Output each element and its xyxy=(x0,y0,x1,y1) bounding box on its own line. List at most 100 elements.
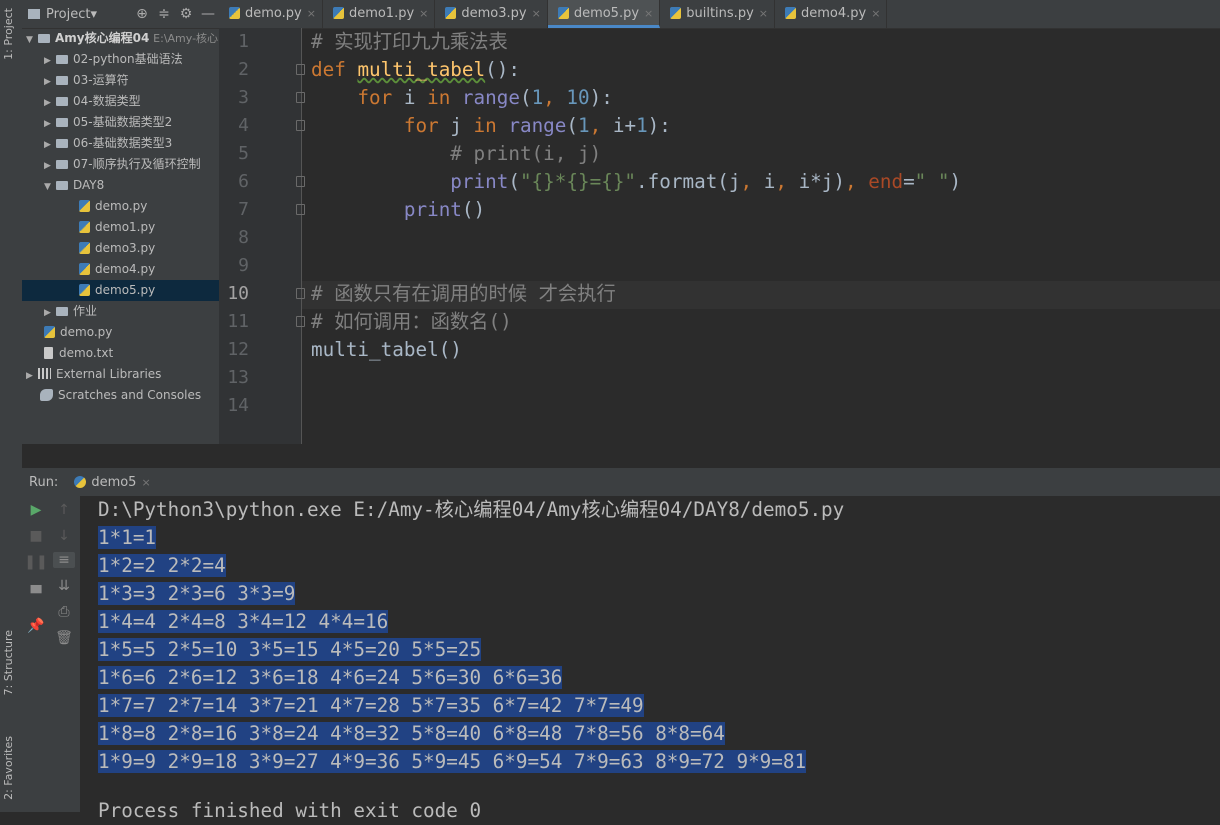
line-number: 2 xyxy=(238,59,249,80)
fold-marker-icon[interactable] xyxy=(296,92,305,103)
python-file-icon xyxy=(229,7,240,19)
code-token: for xyxy=(311,114,451,137)
fold-marker-icon[interactable] xyxy=(296,204,305,215)
editor-bottom-area xyxy=(22,444,1220,468)
close-tab-icon[interactable]: × xyxy=(532,7,541,20)
tree-item-scratch[interactable]: Scratches and Consoles xyxy=(22,385,219,406)
soft-wrap-icon[interactable]: ≡ xyxy=(53,552,75,568)
tree-item-label: 03-运算符 xyxy=(73,73,129,87)
tree-item-py[interactable]: demo.py xyxy=(22,322,219,343)
settings-gear-icon[interactable]: ⚙ xyxy=(175,6,197,22)
project-side-tab[interactable]: 1: Project xyxy=(2,8,15,60)
code-token: , xyxy=(740,170,764,193)
library-icon xyxy=(38,368,51,379)
tree-item-py[interactable]: demo.py xyxy=(22,196,219,217)
fold-marker-icon[interactable] xyxy=(296,120,305,131)
close-tab-icon[interactable]: × xyxy=(759,7,768,20)
folder-icon xyxy=(56,139,68,148)
code-line: print() xyxy=(311,196,485,224)
tree-item-py[interactable]: demo3.py xyxy=(22,238,219,259)
trash-icon[interactable]: 🗑 xyxy=(50,630,78,646)
chevron-right-icon[interactable]: ▶ xyxy=(44,135,56,156)
code-line: # 如何调用：函数名() xyxy=(311,308,512,336)
tree-item-folder[interactable]: ▶ 05-基础数据类型2 xyxy=(22,112,219,133)
fold-marker-icon[interactable] xyxy=(296,316,305,327)
tree-item-py[interactable]: demo4.py xyxy=(22,259,219,280)
stop-icon[interactable]: ■ xyxy=(22,528,50,544)
code-token: print xyxy=(311,198,462,221)
console-output-text: 1*1=1 xyxy=(98,526,157,549)
rerun-play-icon[interactable]: ▶ xyxy=(22,502,50,518)
run-console[interactable]: D:\Python3\python.exe E:/Amy-核心编程04/Amy核… xyxy=(81,496,1220,822)
code-token: end xyxy=(868,170,904,193)
root-name: Amy核心编程04 xyxy=(55,31,150,45)
fold-marker-icon[interactable] xyxy=(296,176,305,187)
chevron-right-icon[interactable]: ▶ xyxy=(44,303,56,324)
editor-tab[interactable]: demo5.py × xyxy=(547,0,661,28)
up-arrow-icon[interactable]: ↑ xyxy=(50,502,78,518)
pin-icon[interactable]: 📌 xyxy=(22,618,50,634)
close-tab-icon[interactable]: × xyxy=(644,7,653,20)
chevron-right-icon[interactable]: ▶ xyxy=(44,114,56,135)
tree-item-folder[interactable]: ▶ 02-python基础语法 xyxy=(22,49,219,70)
console-output-line: 1*9=9 2*9=18 3*9=27 4*9=36 5*9=45 6*9=54… xyxy=(98,748,807,776)
chevron-right-icon[interactable]: ▶ xyxy=(44,93,56,114)
tree-item-folder[interactable]: ▶ 03-运算符 xyxy=(22,70,219,91)
code-token: i xyxy=(403,86,428,109)
console-output-text: 1*8=8 2*8=16 3*8=24 4*8=32 5*8=40 6*8=48… xyxy=(98,722,725,745)
fold-marker-icon[interactable] xyxy=(296,288,305,299)
chevron-right-icon[interactable]: ▶ xyxy=(44,72,56,93)
collapse-all-icon[interactable]: ≑ xyxy=(153,6,175,22)
chevron-right-icon[interactable]: ▶ xyxy=(44,51,56,72)
line-number: 9 xyxy=(238,255,249,276)
run-config-tab[interactable]: demo5 xyxy=(91,475,136,490)
tree-item-py[interactable]: demo5.py xyxy=(22,280,219,301)
down-arrow-icon[interactable]: ↓ xyxy=(50,528,78,544)
tree-item-label: demo.py xyxy=(60,325,113,339)
tree-item-txt[interactable]: demo.txt xyxy=(22,343,219,364)
code-token: ( xyxy=(508,170,520,193)
code-line: print("{}*{}={}".format(j, i, i*j), end=… xyxy=(311,168,961,196)
scroll-to-end-icon[interactable]: ⇊ xyxy=(50,578,78,594)
pause-icon[interactable]: ❚❚ xyxy=(22,554,50,570)
tree-root[interactable]: ▼ Amy核心编程04 E:\Amy-核心 xyxy=(22,28,219,49)
tree-item-folder[interactable]: ▼ DAY8 xyxy=(22,175,219,196)
tree-item-folder[interactable]: ▶ 作业 xyxy=(22,301,219,322)
project-view-selector[interactable]: Project▾ xyxy=(46,7,97,22)
chevron-down-icon[interactable]: ▼ xyxy=(26,30,38,51)
close-tab-icon[interactable]: × xyxy=(871,7,880,20)
fold-marker-icon[interactable] xyxy=(296,64,305,75)
tree-item-folder[interactable]: ▶ 06-基础数据类型3 xyxy=(22,133,219,154)
editor-tab[interactable]: demo1.py × xyxy=(323,0,436,28)
code-token: 1 xyxy=(531,86,544,109)
locate-file-icon[interactable]: ⊕ xyxy=(131,6,153,22)
close-run-tab-icon[interactable]: × xyxy=(141,476,150,489)
editor-tab[interactable]: builtins.py × xyxy=(660,0,775,28)
tree-item-label: demo5.py xyxy=(95,283,156,297)
tree-item-py[interactable]: demo1.py xyxy=(22,217,219,238)
favorites-side-tab[interactable]: 2: Favorites xyxy=(2,736,15,800)
tree-item-folder[interactable]: ▶ 04-数据类型 xyxy=(22,91,219,112)
line-number: 12 xyxy=(227,339,249,360)
tree-item-lib[interactable]: ▶ External Libraries xyxy=(22,364,219,385)
tree-item-folder[interactable]: ▶ 07-顺序执行及循环控制 xyxy=(22,154,219,175)
editor-tab[interactable]: demo4.py × xyxy=(775,0,888,28)
print-icon[interactable]: ⎙ xyxy=(50,604,78,620)
python-file-icon xyxy=(79,263,90,275)
chevron-down-icon[interactable]: ▼ xyxy=(44,177,56,198)
editor-tab[interactable]: demo3.py × xyxy=(435,0,548,28)
structure-side-tab[interactable]: 7: Structure xyxy=(2,630,15,695)
close-tab-icon[interactable]: × xyxy=(307,7,316,20)
close-tab-icon[interactable]: × xyxy=(419,7,428,20)
chevron-right-icon[interactable]: ▶ xyxy=(44,156,56,177)
chevron-right-icon[interactable]: ▶ xyxy=(26,366,38,387)
folder-icon xyxy=(56,97,68,106)
code-line: multi_tabel() xyxy=(311,336,462,364)
hide-panel-icon[interactable]: — xyxy=(197,6,219,22)
run-label: Run: xyxy=(29,474,59,490)
layout-icon[interactable]: ▀ xyxy=(22,586,50,602)
line-number: 7 xyxy=(238,199,249,220)
editor-tab[interactable]: demo.py × xyxy=(219,0,323,28)
folder-icon xyxy=(38,34,50,43)
console-output-text: 1*9=9 2*9=18 3*9=27 4*9=36 5*9=45 6*9=54… xyxy=(98,750,807,773)
